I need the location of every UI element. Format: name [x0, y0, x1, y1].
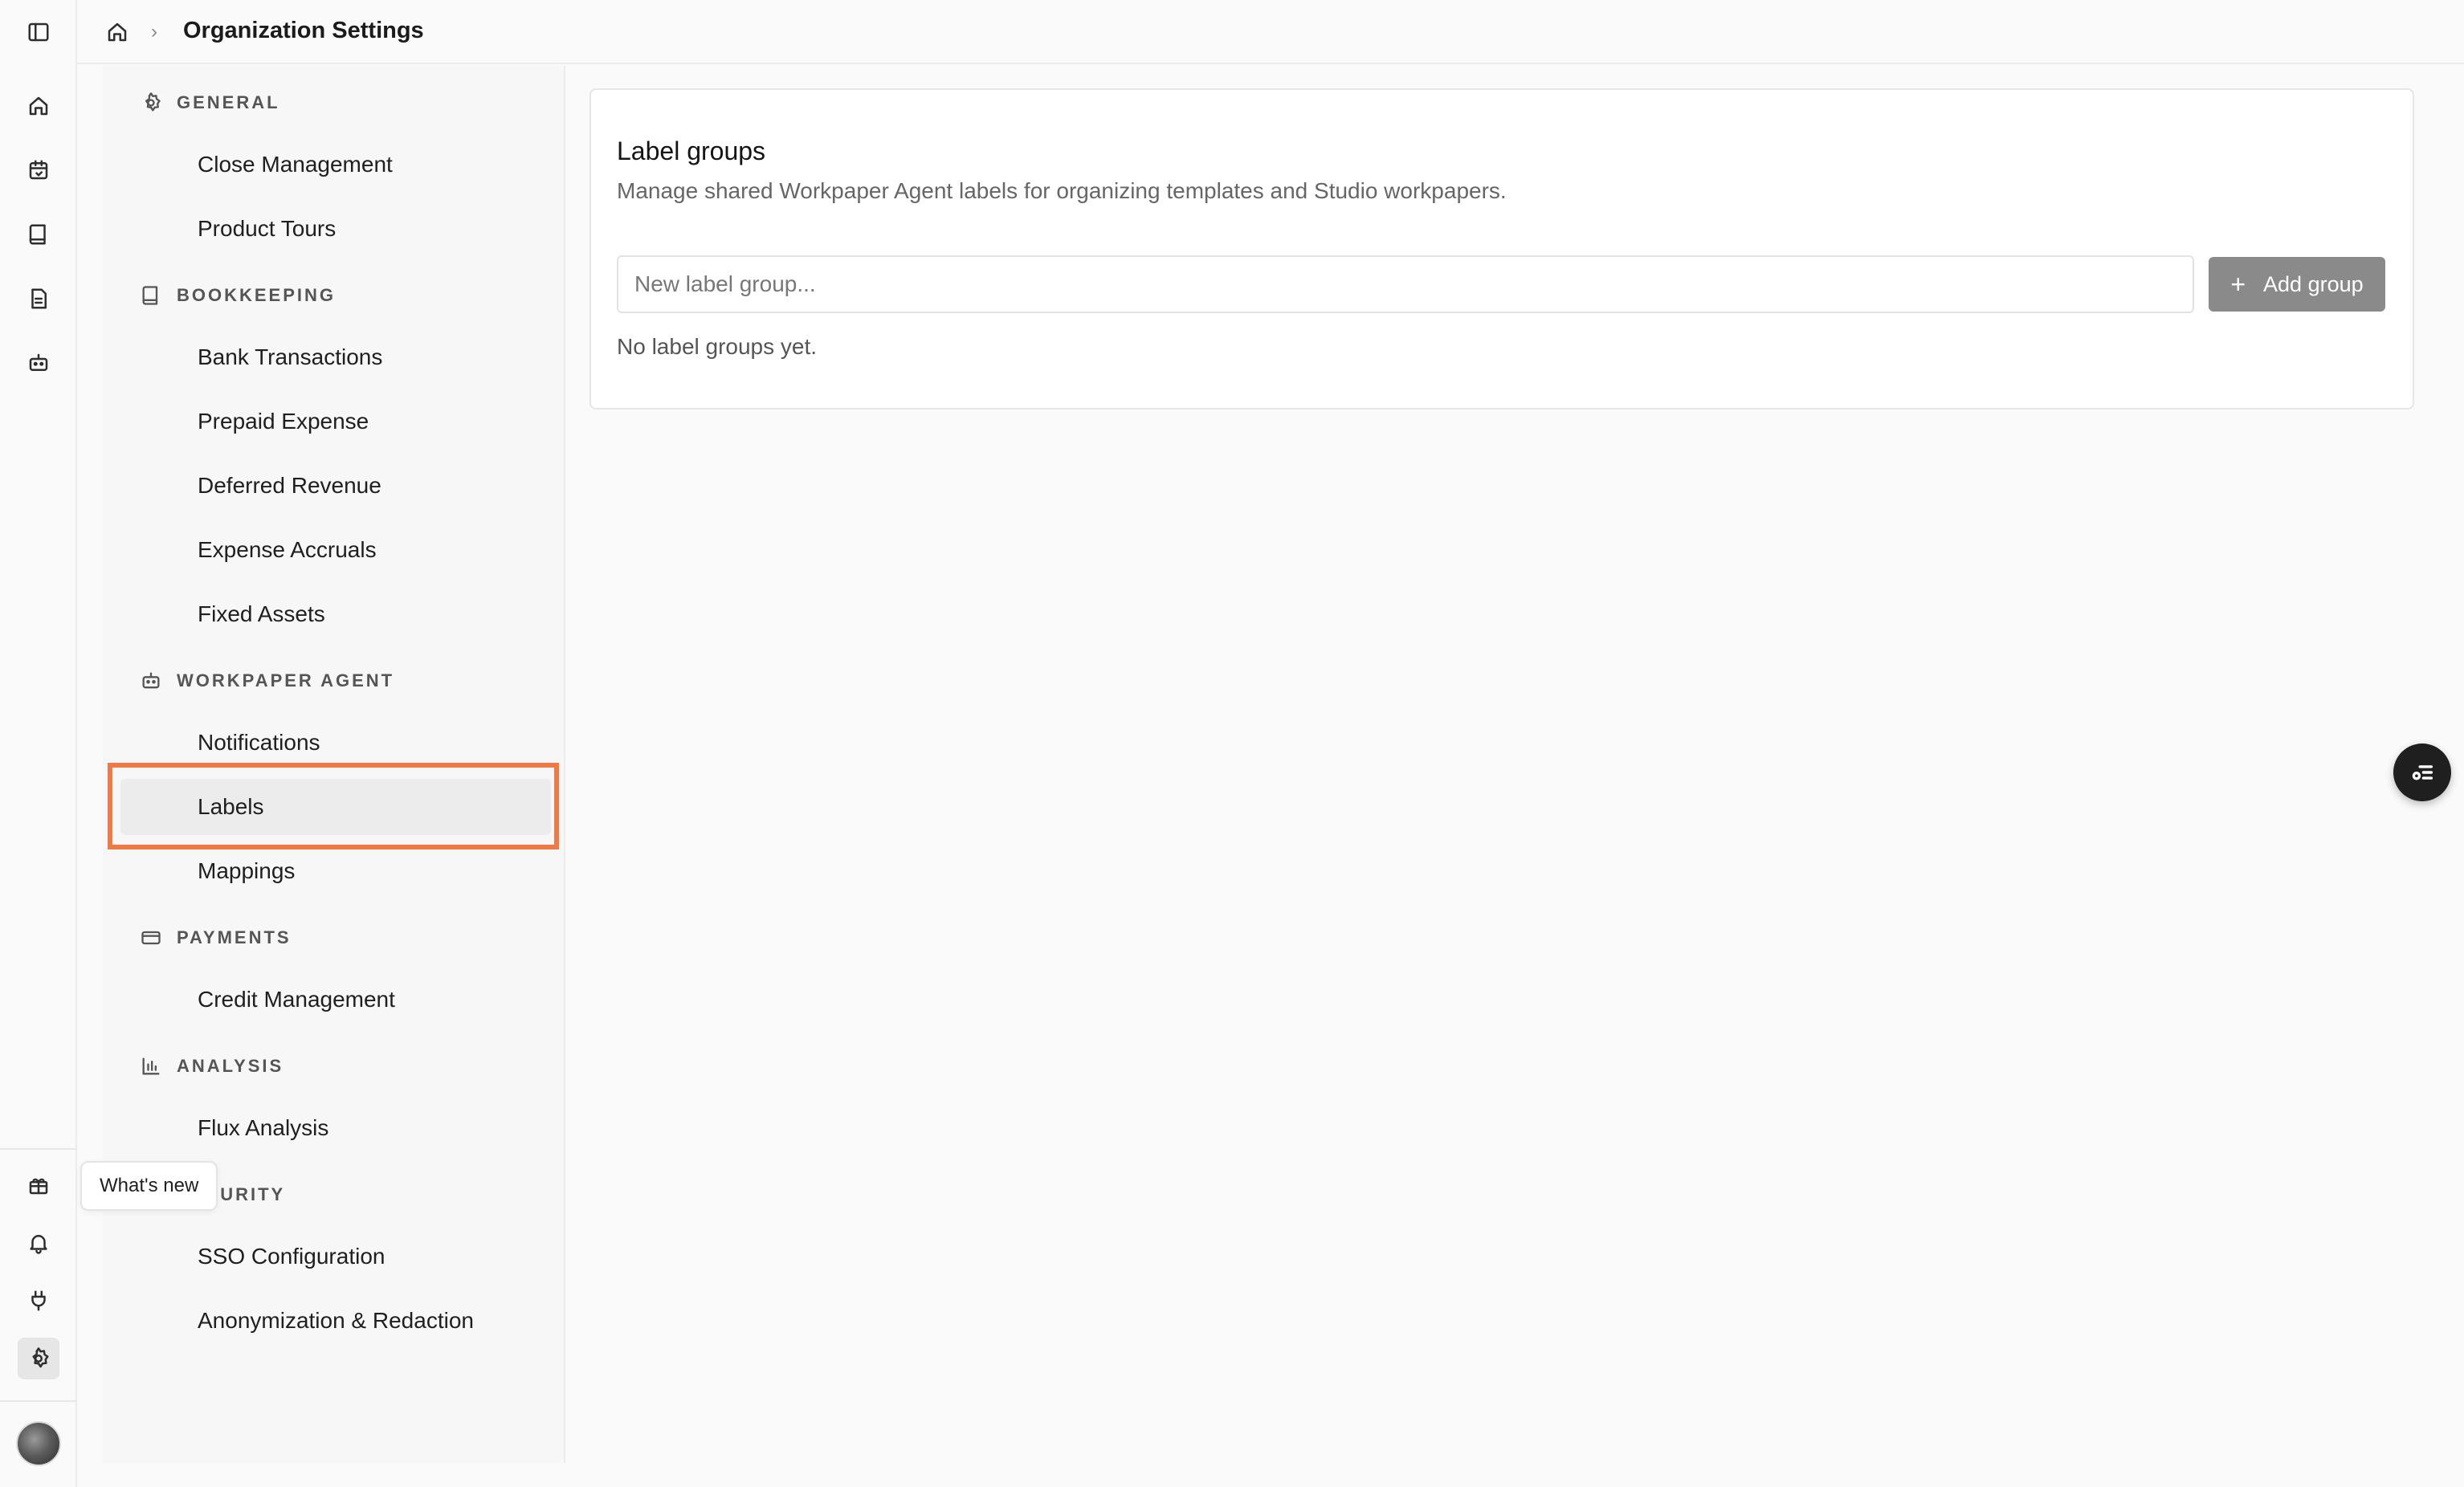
- add-group-label: Add group: [2263, 271, 2364, 296]
- book-icon: [142, 286, 158, 305]
- card-title: Label groups: [617, 136, 766, 165]
- calendar-icon[interactable]: [18, 149, 59, 191]
- nav-item-labels[interactable]: Labels: [120, 779, 551, 835]
- nav-item-anonymization-redaction[interactable]: Anonymization & Redaction: [120, 1293, 551, 1349]
- book-icon[interactable]: [18, 214, 59, 255]
- rail-divider: [0, 1148, 77, 1150]
- section-analysis: ANALYSIS: [140, 1052, 284, 1081]
- top-header: › Organization Settings: [77, 0, 2464, 64]
- whats-new-tooltip: What's new: [80, 1161, 218, 1211]
- avatar[interactable]: [16, 1421, 61, 1466]
- sidebar-toggle-icon[interactable]: [18, 11, 59, 53]
- plus-icon: +: [2230, 269, 2246, 299]
- section-label: ANALYSIS: [177, 1056, 284, 1076]
- chevron-right-icon: ›: [151, 21, 157, 43]
- main-content: Label groups Manage shared Workpaper Age…: [567, 66, 2464, 1487]
- nav-item-close-management[interactable]: Close Management: [120, 136, 551, 193]
- card-description: Manage shared Workpaper Agent labels for…: [617, 178, 1507, 203]
- nav-item-bank-transactions[interactable]: Bank Transactions: [120, 329, 551, 385]
- section-payments: PAYMENTS: [140, 923, 292, 952]
- nav-item-prepaid-expense[interactable]: Prepaid Expense: [120, 393, 551, 450]
- bell-icon[interactable]: [18, 1222, 59, 1264]
- nav-item-credit-management[interactable]: Credit Management: [120, 972, 551, 1028]
- nav-item-expense-accruals[interactable]: Expense Accruals: [120, 522, 551, 578]
- bar-chart-icon: [142, 1057, 160, 1075]
- section-label: GENERAL: [177, 92, 280, 112]
- plug-icon[interactable]: [18, 1280, 59, 1322]
- nav-item-product-tours[interactable]: Product Tours: [120, 201, 551, 257]
- credit-card-icon: [141, 931, 161, 945]
- breadcrumb-home-icon[interactable]: [103, 18, 132, 47]
- list-settings-icon: [2412, 765, 2433, 780]
- bot-icon[interactable]: [18, 342, 59, 384]
- section-general: GENERAL: [140, 88, 280, 117]
- bot-icon: [142, 672, 160, 689]
- gift-icon[interactable]: [18, 1164, 59, 1206]
- rail-divider: [0, 1400, 77, 1402]
- nav-item-notifications[interactable]: Notifications: [120, 715, 551, 771]
- section-label: PAYMENTS: [177, 927, 292, 947]
- icon-rail: [0, 0, 77, 1487]
- label-groups-card: Label groups Manage shared Workpaper Age…: [589, 88, 2414, 409]
- nav-item-fixed-assets[interactable]: Fixed Assets: [120, 586, 551, 642]
- settings-nav: GENERAL Close Management Product Tours B…: [103, 66, 565, 1463]
- nav-item-sso-configuration[interactable]: SSO Configuration: [120, 1228, 551, 1285]
- page-title: Organization Settings: [183, 18, 424, 43]
- gear-icon: [145, 92, 161, 112]
- section-label: BOOKKEEPING: [177, 285, 337, 305]
- section-workpaper-agent: WORKPAPER AGENT: [140, 666, 394, 695]
- nav-item-deferred-revenue[interactable]: Deferred Revenue: [120, 458, 551, 514]
- settings-gear-icon[interactable]: [18, 1338, 59, 1379]
- nav-item-flux-analysis[interactable]: Flux Analysis: [120, 1100, 551, 1156]
- section-label: WORKPAPER AGENT: [177, 670, 395, 691]
- floating-menu-button[interactable]: [2393, 744, 2451, 801]
- nav-item-mappings[interactable]: Mappings: [120, 843, 551, 899]
- empty-state-text: No label groups yet.: [617, 334, 818, 359]
- document-icon[interactable]: [18, 278, 59, 320]
- new-label-group-input[interactable]: [617, 255, 2194, 313]
- section-bookkeeping: BOOKKEEPING: [140, 281, 336, 310]
- add-group-button[interactable]: + Add group: [2209, 257, 2385, 312]
- home-icon[interactable]: [18, 85, 59, 127]
